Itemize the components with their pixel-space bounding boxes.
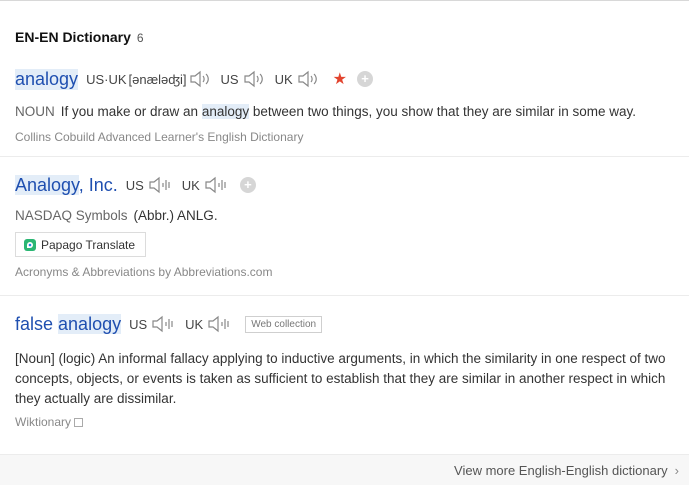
divider [0, 295, 689, 296]
papago-translate-button[interactable]: Papago Translate [15, 232, 147, 257]
result-count: 6 [136, 31, 144, 45]
us-label: US [129, 316, 148, 332]
top-border [0, 0, 689, 1]
uk-label: UK [274, 71, 293, 87]
web-collection-tag: Web collection [245, 315, 323, 333]
entry-analogy: analogy US·UK [ənæləʤi] US UK ★ + NOUN If… [15, 66, 689, 144]
headword[interactable]: false analogy [15, 313, 122, 335]
pronunciation: US UK [129, 315, 241, 333]
source-link[interactable]: Collins Cobuild Advanced Learner's Engli… [15, 130, 689, 144]
headword[interactable]: Analogy, Inc. [15, 174, 118, 196]
view-more-link[interactable]: View more English-English dictionary › [454, 463, 679, 478]
us-label: US [125, 177, 144, 193]
footer: View more English-English dictionary › [0, 454, 689, 485]
add-icon[interactable]: + [357, 71, 374, 87]
external-link-icon [74, 417, 84, 427]
abbreviation-row: NASDAQ Symbols (Abbr.) ANLG. [15, 208, 689, 223]
pronunciation: US·UK [ənæləʤi] US UK [86, 70, 329, 88]
speaker-uk-icon[interactable] [297, 70, 321, 88]
speaker-icon[interactable] [189, 70, 213, 88]
divider [0, 156, 689, 157]
speaker-us-icon[interactable] [148, 176, 174, 194]
source-link[interactable]: Wiktionary [15, 415, 689, 429]
symbols-label: NASDAQ Symbols [15, 208, 128, 223]
abbreviation: (Abbr.) ANLG. [133, 208, 218, 223]
section-title: EN-EN Dictionary [15, 29, 131, 45]
part-of-speech: NOUN [15, 104, 55, 119]
papago-icon [24, 238, 36, 251]
speaker-uk-icon[interactable] [204, 176, 230, 194]
speaker-uk-icon[interactable] [207, 315, 233, 333]
uk-label: UK [185, 316, 204, 332]
speaker-us-icon[interactable] [243, 70, 267, 88]
add-icon[interactable]: + [239, 177, 256, 193]
entry-false-analogy: false analogy US UK Web collection [Noun… [15, 311, 689, 429]
section-header: EN-EN Dictionary 6 [15, 29, 144, 45]
entry-analogy-inc: Analogy, Inc. US UK + NASDAQ Symbols (Abb… [15, 172, 689, 279]
ipa-text: [ənæləʤi] [128, 71, 187, 87]
definition: [Noun] (logic) An informal fallacy apply… [15, 351, 666, 406]
source-link[interactable]: Acronyms & Abbreviations by Abbreviation… [15, 265, 689, 279]
uk-label: UK [181, 177, 200, 193]
chevron-right-icon: › [674, 463, 679, 478]
headword[interactable]: analogy [15, 68, 79, 90]
pronunciation: US UK [126, 176, 238, 194]
star-icon[interactable]: ★ [333, 69, 347, 89]
speaker-us-icon[interactable] [151, 315, 177, 333]
definition: NOUN If you make or draw an analogy betwe… [15, 104, 637, 119]
us-label: US [220, 71, 239, 87]
